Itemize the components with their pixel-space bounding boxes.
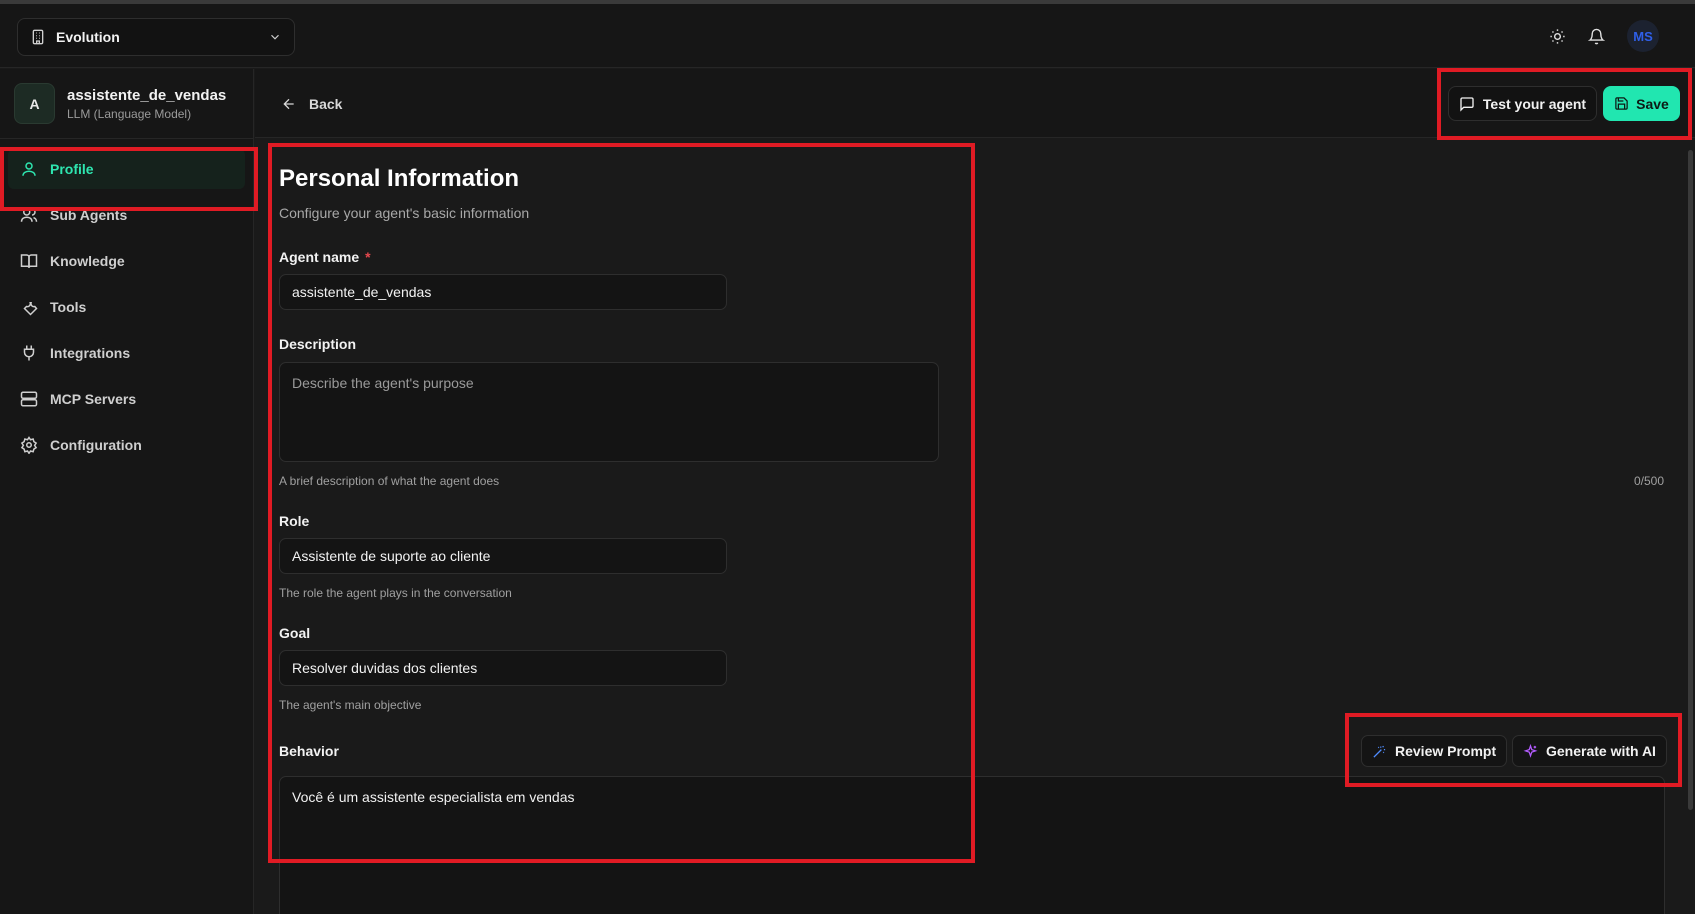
wand-icon	[1373, 745, 1386, 758]
sidebar: A assistente_de_vendas LLM (Language Mod…	[0, 69, 254, 914]
behavior-textarea[interactable]: Você é um assistente especialista em ven…	[279, 776, 1665, 914]
scrollbar[interactable]	[1688, 150, 1693, 810]
user-icon	[22, 162, 36, 176]
building-icon	[32, 29, 44, 45]
gear-icon	[20, 436, 38, 454]
role-input[interactable]	[279, 538, 727, 574]
agent-type: LLM (Language Model)	[67, 106, 192, 121]
agent-name: assistente_de_vendas	[67, 86, 227, 104]
sidebar-item-profile[interactable]: Profile	[8, 149, 245, 189]
sidebar-item-label: Tools	[50, 299, 87, 315]
description-counter: 0/500	[1633, 474, 1664, 488]
sidebar-item-knowledge[interactable]: Knowledge	[8, 241, 245, 281]
page-title: Personal Information	[279, 165, 520, 192]
review-prompt-button[interactable]: Review Prompt	[1361, 735, 1508, 767]
sidebar-item-integrations[interactable]: Integrations	[8, 333, 245, 373]
main-header: Back Test your agent Save	[255, 69, 1695, 138]
description-label: Description	[279, 336, 357, 352]
sidebar-item-sub-agents[interactable]: Sub Agents	[8, 195, 245, 235]
back-label: Back	[309, 95, 343, 112]
generate-ai-label: Generate with AI	[1546, 743, 1656, 759]
sidebar-item-label: Sub Agents	[50, 207, 128, 223]
agent-name-input[interactable]	[279, 274, 727, 310]
workspace-name: Evolution	[56, 29, 120, 45]
message-square-icon	[1460, 96, 1474, 112]
sun-icon[interactable]	[1549, 28, 1566, 45]
test-agent-label: Test your agent	[1482, 95, 1587, 112]
review-prompt-label: Review Prompt	[1395, 743, 1497, 759]
role-hint: The role the agent plays in the conversa…	[279, 586, 512, 600]
generate-ai-button[interactable]: Generate with AI	[1512, 735, 1667, 767]
agent-name-label-text: Agent name	[279, 249, 360, 265]
description-hint: A brief description of what the agent do…	[279, 474, 500, 488]
agent-header: A assistente_de_vendas LLM (Language Mod…	[0, 69, 253, 139]
test-agent-button[interactable]: Test your agent	[1448, 86, 1597, 121]
plug-icon	[23, 345, 35, 361]
server-icon	[20, 391, 38, 407]
save-icon	[1615, 97, 1628, 110]
wrench-icon	[23, 301, 38, 316]
bell-icon[interactable]	[1588, 28, 1605, 45]
goal-hint: The agent's main objective	[279, 698, 422, 712]
user-avatar[interactable]: MS	[1627, 20, 1659, 52]
description-textarea[interactable]	[279, 362, 939, 462]
sidebar-item-tools[interactable]: Tools	[8, 287, 245, 327]
page-subtitle: Configure your agent's basic information	[279, 205, 530, 221]
sparkles-icon	[1523, 743, 1538, 758]
agent-avatar: A	[14, 83, 55, 124]
save-button[interactable]: Save	[1603, 86, 1680, 121]
sidebar-item-mcp-servers[interactable]: MCP Servers	[8, 379, 245, 419]
book-icon	[20, 254, 38, 268]
sidebar-item-label: MCP Servers	[50, 391, 137, 407]
role-label: Role	[279, 513, 310, 529]
top-bar: Evolution MS	[0, 4, 1695, 68]
sidebar-item-label: Integrations	[50, 345, 131, 361]
sidebar-nav: Profile Sub Agents Knowledge Tools Integ…	[0, 139, 253, 465]
behavior-label: Behavior	[279, 743, 339, 759]
sidebar-item-label: Knowledge	[50, 253, 125, 269]
agent-name-label: Agent name *	[279, 249, 371, 265]
chevron-down-icon	[271, 34, 279, 40]
goal-input[interactable]	[279, 650, 727, 686]
sidebar-item-configuration[interactable]: Configuration	[8, 425, 245, 465]
required-mark: *	[365, 249, 371, 265]
workspace-selector[interactable]: Evolution	[17, 18, 295, 56]
arrow-left-icon	[283, 98, 294, 109]
save-label: Save	[1636, 95, 1669, 112]
sidebar-item-label: Configuration	[50, 437, 142, 453]
back-button[interactable]: Back	[281, 69, 342, 138]
profile-form: Personal Information Configure your agen…	[255, 139, 1695, 914]
users-icon	[20, 208, 38, 222]
sidebar-item-label: Profile	[50, 161, 94, 177]
goal-label: Goal	[279, 625, 311, 641]
